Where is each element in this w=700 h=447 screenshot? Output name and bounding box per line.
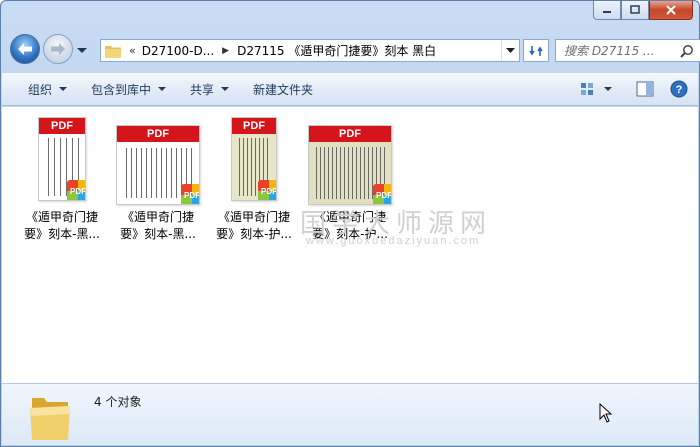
file-list-view[interactable]: PDF PDF 《遁甲奇门捷 要》刻本-黑... PDF PDF 《遁甲奇门捷 … <box>2 107 698 383</box>
pdf-thumbnail: PDF PDF <box>231 117 277 201</box>
file-name: 《遁甲奇门捷 要》刻本-黑... <box>16 209 108 243</box>
pdf-thumbnail: PDF PDF <box>308 125 392 205</box>
file-name-line2: 要》刻本-黑... <box>24 227 100 241</box>
search-icon[interactable] <box>680 44 694 58</box>
file-item[interactable]: PDF PDF 《遁甲奇门捷 要》刻本-黑... <box>112 113 204 241</box>
pdf-file-icon: PDF <box>258 180 276 200</box>
search-box[interactable]: 搜索 D27115 ... <box>555 39 700 62</box>
pdf-banner: PDF <box>117 126 199 142</box>
share-menu[interactable]: 共享 <box>178 73 241 105</box>
watermark-url: www.guoxuedaziyuan.com <box>306 235 481 247</box>
organize-menu[interactable]: 组织 <box>2 73 79 105</box>
forward-button[interactable] <box>43 34 73 64</box>
chevron-down-icon <box>604 86 612 91</box>
file-name-line1: 《遁甲奇门捷 <box>121 210 194 224</box>
back-arrow-icon <box>18 43 32 55</box>
file-name-line2: 要》刻本-护... <box>216 227 292 241</box>
file-name: 《遁甲奇门捷 要》刻本-黑... <box>112 209 204 243</box>
file-name-line1: 《遁甲奇门捷 <box>25 210 98 224</box>
file-name-line1: 《遁甲奇门捷 <box>217 210 290 224</box>
file-item[interactable]: PDF PDF 《遁甲奇门捷 要》刻本-护... <box>208 113 300 241</box>
pdf-banner: PDF <box>39 118 85 134</box>
overflow-chevron[interactable]: « <box>129 44 136 57</box>
pdf-thumbnail: PDF PDF <box>116 125 200 205</box>
close-icon <box>666 5 676 15</box>
chevron-down-icon <box>506 47 515 53</box>
pdf-banner: PDF <box>309 126 391 142</box>
recent-pages-button[interactable] <box>76 45 88 55</box>
organize-label: 组织 <box>28 82 53 97</box>
pdf-file-icon: PDF <box>67 180 85 200</box>
navigation-bar: « D27100-D... ▶ D27115 《遁甲奇门捷要》刻本 黑白 搜索 … <box>10 34 700 66</box>
folder-icon <box>30 398 70 440</box>
refresh-button[interactable] <box>523 39 549 62</box>
file-name-line2: 要》刻本-黑... <box>120 227 196 241</box>
breadcrumb-current[interactable]: D27115 《遁甲奇门捷要》刻本 黑白 <box>237 42 436 59</box>
pdf-file-icon: PDF <box>181 184 199 204</box>
refresh-icon <box>529 45 543 56</box>
new-folder-label: 新建文件夹 <box>253 82 314 97</box>
maximize-button[interactable] <box>621 1 649 20</box>
folder-icon <box>105 45 121 58</box>
close-button[interactable] <box>649 1 693 20</box>
maximize-icon <box>630 5 640 14</box>
minimize-icon <box>603 11 611 13</box>
include-in-library-label: 包含到库中 <box>91 82 152 97</box>
file-item[interactable]: PDF PDF 《遁甲奇门捷 要》刻本-黑... <box>16 113 108 241</box>
mouse-cursor-icon <box>599 403 613 423</box>
help-icon[interactable]: ? <box>670 80 688 98</box>
chevron-down-icon <box>77 48 87 53</box>
minimize-button[interactable] <box>593 1 621 20</box>
chevron-down-icon <box>59 87 68 91</box>
address-bar[interactable]: « D27100-D... ▶ D27115 《遁甲奇门捷要》刻本 黑白 <box>100 39 520 62</box>
include-in-library-menu[interactable]: 包含到库中 <box>79 73 178 105</box>
change-view-button[interactable] <box>580 82 612 96</box>
view-controls: ? <box>580 73 688 105</box>
chevron-down-icon <box>221 87 230 91</box>
preview-pane-icon[interactable] <box>636 81 654 97</box>
details-pane: 4 个对象 <box>2 383 698 445</box>
address-dropdown-button[interactable] <box>501 40 519 61</box>
explorer-window: « D27100-D... ▶ D27115 《遁甲奇门捷要》刻本 黑白 搜索 … <box>0 0 700 447</box>
view-options-icon <box>581 83 593 95</box>
file-name: 《遁甲奇门捷 要》刻本-护... <box>208 209 300 243</box>
breadcrumb-separator-icon[interactable]: ▶ <box>222 46 229 56</box>
caption-buttons <box>593 1 693 20</box>
pdf-banner: PDF <box>232 118 276 134</box>
item-count: 4 个对象 <box>94 395 142 409</box>
breadcrumb-parent[interactable]: D27100-D... <box>142 44 214 58</box>
forward-arrow-icon <box>51 43 65 55</box>
back-button[interactable] <box>10 34 40 64</box>
svg-text:?: ? <box>676 84 683 96</box>
pdf-thumbnail: PDF PDF <box>38 117 86 201</box>
command-bar: 组织 包含到库中 共享 新建文件夹 ? <box>2 73 698 106</box>
new-folder-button[interactable]: 新建文件夹 <box>241 73 325 105</box>
chevron-down-icon <box>158 87 167 91</box>
pdf-file-icon: PDF <box>373 184 391 204</box>
share-label: 共享 <box>190 82 215 97</box>
search-input[interactable]: 搜索 D27115 ... <box>564 42 676 59</box>
